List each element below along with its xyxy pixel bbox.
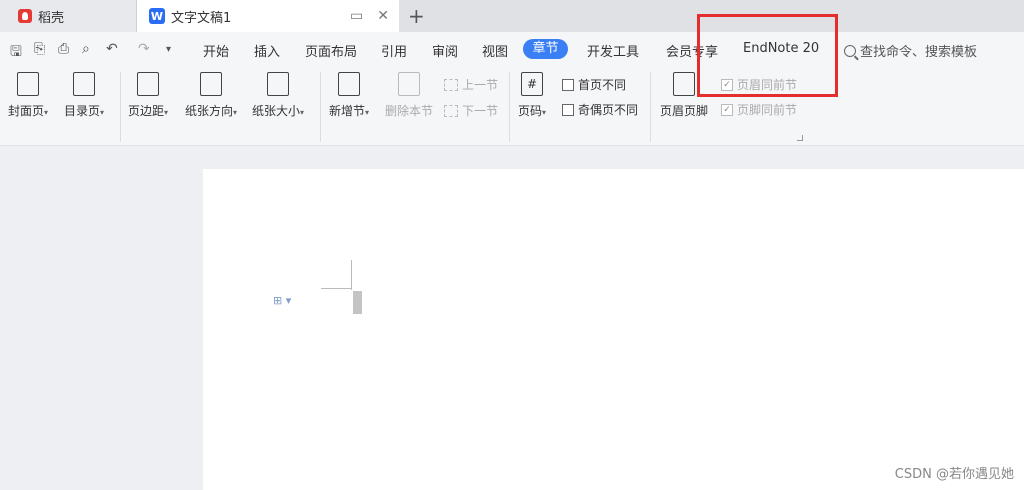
menu-references[interactable]: 引用 [381, 41, 407, 60]
screen-icon[interactable]: ▭ [350, 8, 363, 24]
tab-document-label: 文字文稿1 [171, 10, 232, 26]
delete-section-icon [398, 72, 420, 96]
checkmark-icon: ✓ [721, 103, 733, 116]
menu-home[interactable]: 开始 [203, 41, 229, 60]
odd-even-diff-checkbox[interactable]: 奇偶页不同 [562, 101, 638, 118]
delete-section-button[interactable]: 删除本节 [385, 72, 433, 119]
orientation-label: 纸张方向 [185, 104, 234, 118]
document-page[interactable]: ⊞ ▾ [203, 169, 1024, 490]
text-cursor [353, 291, 362, 314]
paper-size-icon [267, 72, 290, 96]
add-section-button[interactable]: 新增节▾ [329, 72, 369, 119]
print-preview-icon[interactable]: ⌕ [82, 41, 90, 57]
redo-icon[interactable]: ↷ [138, 41, 150, 57]
watermark-text: CSDN @若你遇见她 [894, 467, 1014, 482]
undo-icon[interactable]: ↶ [106, 41, 118, 57]
margin-corner-mark [351, 260, 352, 290]
tab-bar: 稻壳 W 文字文稿1 ▭ ✕ + [0, 0, 1024, 32]
add-section-icon [338, 72, 361, 96]
tab-daoke[interactable]: 稻壳 [0, 0, 137, 32]
search-placeholder: 查找命令、搜索模板 [860, 45, 978, 60]
checkbox-icon [562, 78, 574, 91]
wps-writer-icon: W [149, 8, 165, 24]
ribbon-separator [120, 72, 121, 142]
next-section-icon [444, 104, 458, 117]
next-section-button[interactable]: 下一节 [444, 102, 498, 119]
header-footer-label: 页眉页脚 [660, 104, 709, 118]
toc-page-icon [73, 72, 96, 96]
export-pdf-icon[interactable]: ⎘ [34, 41, 45, 57]
menu-view[interactable]: 视图 [482, 41, 508, 60]
margins-button[interactable]: 页边距▾ [128, 72, 168, 119]
cover-page-label: 封面页 [8, 104, 45, 118]
footer-same-prev-checkbox[interactable]: ✓ 页脚同前节 [721, 101, 797, 118]
ribbon-section: 封面页▾ 目录页▾ 页边距▾ 纸张方向▾ 纸张大小▾ 新增节▾ 删除本节 上一节… [0, 66, 1024, 146]
save-icon[interactable]: 🖫 [10, 41, 22, 65]
paragraph-layout-icon[interactable]: ⊞ ▾ [273, 294, 291, 307]
paper-size-button[interactable]: 纸张大小▾ [252, 72, 304, 119]
toc-page-label: 目录页 [64, 104, 101, 118]
menu-page-layout[interactable]: 页面布局 [305, 41, 357, 60]
search-icon [844, 44, 856, 57]
menu-bar: 🖫 ⎘ ⎙ ⌕ ↶ ↷ ▾ 开始 插入 页面布局 引用 审阅 视图 章节 开发工… [0, 32, 1024, 66]
tab-daoke-label: 稻壳 [38, 10, 65, 26]
checkbox-icon [562, 103, 574, 116]
prev-section-button[interactable]: 上一节 [444, 76, 498, 93]
page-number-label: 页码 [518, 104, 543, 118]
menu-insert[interactable]: 插入 [254, 41, 280, 60]
document-canvas: ⊞ ▾ CSDN @若你遇见她 [0, 147, 1024, 490]
footer-same-prev-label: 页脚同前节 [737, 103, 798, 117]
prev-section-label: 上一节 [462, 78, 499, 92]
daoke-logo-icon [18, 9, 32, 23]
print-icon[interactable]: ⎙ [58, 41, 69, 57]
page-number-button[interactable]: # 页码▾ [518, 72, 546, 119]
close-tab-icon[interactable]: ✕ [377, 8, 389, 24]
customize-icon[interactable]: ▾ [166, 44, 171, 55]
menu-section-active[interactable]: 章节 [523, 39, 568, 59]
margin-corner-mark [321, 288, 351, 289]
orientation-icon [200, 72, 223, 96]
toc-page-button[interactable]: 目录页▾ [64, 72, 104, 119]
margins-label: 页边距 [128, 104, 165, 118]
hash-icon: # [521, 72, 544, 96]
orientation-button[interactable]: 纸张方向▾ [185, 72, 237, 119]
add-section-label: 新增节 [329, 104, 366, 118]
header-footer-icon [673, 72, 695, 96]
first-page-diff-checkbox[interactable]: 首页不同 [562, 76, 626, 93]
margins-icon [137, 72, 160, 96]
menu-developer[interactable]: 开发工具 [587, 41, 639, 60]
ribbon-separator [650, 72, 651, 142]
menu-review[interactable]: 审阅 [432, 41, 458, 60]
new-tab-button[interactable]: + [408, 4, 425, 28]
command-search[interactable]: 查找命令、搜索模板 [844, 41, 977, 60]
tab-document[interactable]: W 文字文稿1 ▭ ✕ [137, 0, 399, 32]
prev-section-icon [444, 78, 458, 91]
next-section-label: 下一节 [462, 104, 499, 118]
dialog-launcher-icon[interactable] [797, 135, 803, 141]
cover-page-icon [17, 72, 40, 96]
highlight-annotation [697, 14, 838, 97]
odd-even-diff-label: 奇偶页不同 [578, 103, 639, 117]
cover-page-button[interactable]: 封面页▾ [8, 72, 48, 119]
delete-section-label: 删除本节 [385, 104, 434, 118]
ribbon-separator [509, 72, 510, 142]
ribbon-separator [320, 72, 321, 142]
paper-size-label: 纸张大小 [252, 104, 301, 118]
first-page-diff-label: 首页不同 [578, 78, 627, 92]
